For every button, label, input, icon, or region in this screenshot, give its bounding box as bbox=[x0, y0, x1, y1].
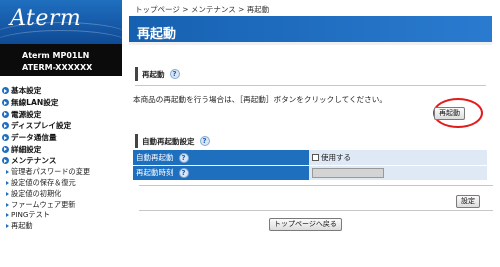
row-label: 再起動時刻? bbox=[133, 165, 309, 181]
triangle-icon bbox=[6, 170, 9, 175]
logo: Aterm bbox=[0, 0, 122, 44]
divider bbox=[139, 185, 493, 186]
arrow-bullet-icon bbox=[2, 145, 9, 153]
help-icon[interactable]: ? bbox=[178, 168, 189, 178]
section-title: 再起動 ? bbox=[135, 67, 492, 81]
restart-button[interactable]: 再起動 bbox=[434, 107, 465, 120]
main-content: トップページ > メンテナンス > 再起動 再起動 再起動 ? 本商品の再起動を… bbox=[129, 0, 493, 267]
arrow-bullet-icon bbox=[2, 87, 9, 95]
submenu-item-label: 設定値の保存＆復元 bbox=[11, 178, 76, 187]
submenu-item-label: 設定値の初期化 bbox=[11, 188, 62, 198]
menu-item-label: 電源設定 bbox=[11, 109, 42, 119]
breadcrumb: トップページ > メンテナンス > 再起動 bbox=[135, 5, 270, 14]
nav-menu: 基本設定 無線LAN設定 電源設定 ディスプレイ設定 データ通信量 詳細設定 メ… bbox=[0, 76, 122, 232]
restart-time-cell bbox=[309, 165, 487, 181]
auto-restart-cell: 使用する bbox=[309, 150, 487, 166]
model-info: Aterm MP01LN ATERM-XXXXXX bbox=[0, 44, 122, 76]
menu-item-label: 詳細設定 bbox=[11, 144, 42, 154]
table-row: 自動再起動? 使用する bbox=[133, 150, 487, 166]
arrow-bullet-icon bbox=[2, 122, 9, 130]
submenu-item-firmware-update[interactable]: ファームウェア更新 bbox=[0, 199, 122, 210]
table-row: 再起動時刻? bbox=[133, 165, 487, 181]
back-to-top-button[interactable]: トップページへ戻る bbox=[269, 218, 342, 231]
menu-item-basic[interactable]: 基本設定 bbox=[0, 85, 122, 97]
logo-text: Aterm bbox=[10, 6, 82, 31]
divider bbox=[139, 210, 493, 211]
arrow-bullet-icon bbox=[2, 157, 9, 165]
submenu-item-label: 管理者パスワードの変更 bbox=[11, 167, 91, 177]
auto-restart-section: 自動再起動設定 ? bbox=[129, 134, 492, 148]
submenu-item-admin-password[interactable]: 管理者パスワードの変更 bbox=[0, 167, 122, 178]
submenu-item-reset-settings[interactable]: 設定値の初期化 bbox=[0, 188, 122, 199]
device-id: ATERM-XXXXXX bbox=[22, 63, 93, 72]
sidebar: Aterm Aterm MP01LN ATERM-XXXXXX 基本設定 無線L… bbox=[0, 0, 122, 267]
menu-item-label: メンテナンス bbox=[11, 156, 57, 166]
auto-restart-checkbox[interactable] bbox=[312, 154, 319, 162]
menu-item-power[interactable]: 電源設定 bbox=[0, 108, 122, 120]
submenu-item-label: 再起動 bbox=[11, 221, 33, 231]
model-name: Aterm MP01LN bbox=[22, 51, 90, 60]
triangle-icon bbox=[6, 213, 9, 218]
menu-item-label: 基本設定 bbox=[11, 86, 42, 96]
section-title-text: 自動再起動設定 bbox=[142, 136, 195, 146]
help-icon[interactable]: ? bbox=[169, 69, 180, 79]
triangle-icon bbox=[6, 181, 9, 185]
submenu-item-label: PINGテスト bbox=[11, 210, 50, 220]
menu-item-advanced[interactable]: 詳細設定 bbox=[0, 143, 122, 155]
page-title-text: 再起動 bbox=[137, 27, 177, 42]
arrow-bullet-icon bbox=[2, 99, 9, 107]
divider bbox=[135, 85, 486, 86]
auto-restart-table: 自動再起動? 使用する 再起動時刻? bbox=[133, 150, 487, 181]
menu-item-label: ディスプレイ設定 bbox=[11, 121, 72, 131]
row-label: 自動再起動? bbox=[133, 150, 309, 166]
checkbox-label: 使用する bbox=[321, 152, 351, 162]
menu-item-maintenance[interactable]: メンテナンス bbox=[0, 155, 122, 167]
help-icon[interactable]: ? bbox=[178, 152, 189, 163]
section-title-text: 再起動 bbox=[142, 69, 165, 79]
triangle-icon bbox=[6, 224, 9, 229]
help-icon[interactable]: ? bbox=[199, 136, 210, 146]
restart-section: 再起動 ? 本商品の再起動を行う場合は、［再起動］ボタンをクリックしてください。 bbox=[129, 67, 492, 105]
submenu-item-restart[interactable]: 再起動 bbox=[0, 221, 122, 232]
triangle-icon bbox=[6, 191, 9, 196]
menu-item-label: 無線LAN設定 bbox=[11, 98, 59, 108]
restart-time-field[interactable] bbox=[312, 167, 384, 178]
menu-item-label: データ通信量 bbox=[11, 133, 57, 143]
submenu-item-save-restore[interactable]: 設定値の保存＆復元 bbox=[0, 178, 122, 189]
submenu-item-label: ファームウェア更新 bbox=[11, 199, 76, 209]
section-title: 自動再起動設定 ? bbox=[135, 134, 492, 148]
menu-item-display[interactable]: ディスプレイ設定 bbox=[0, 120, 122, 132]
menu-item-data-usage[interactable]: データ通信量 bbox=[0, 132, 122, 144]
arrow-bullet-icon bbox=[2, 110, 9, 118]
arrow-bullet-icon bbox=[2, 134, 9, 142]
menu-item-wireless-lan[interactable]: 無線LAN設定 bbox=[0, 97, 122, 109]
submenu-item-ping-test[interactable]: PINGテスト bbox=[0, 210, 122, 221]
page-title: 再起動 bbox=[129, 16, 492, 45]
set-button[interactable]: 設定 bbox=[456, 195, 480, 208]
triangle-icon bbox=[6, 202, 9, 207]
